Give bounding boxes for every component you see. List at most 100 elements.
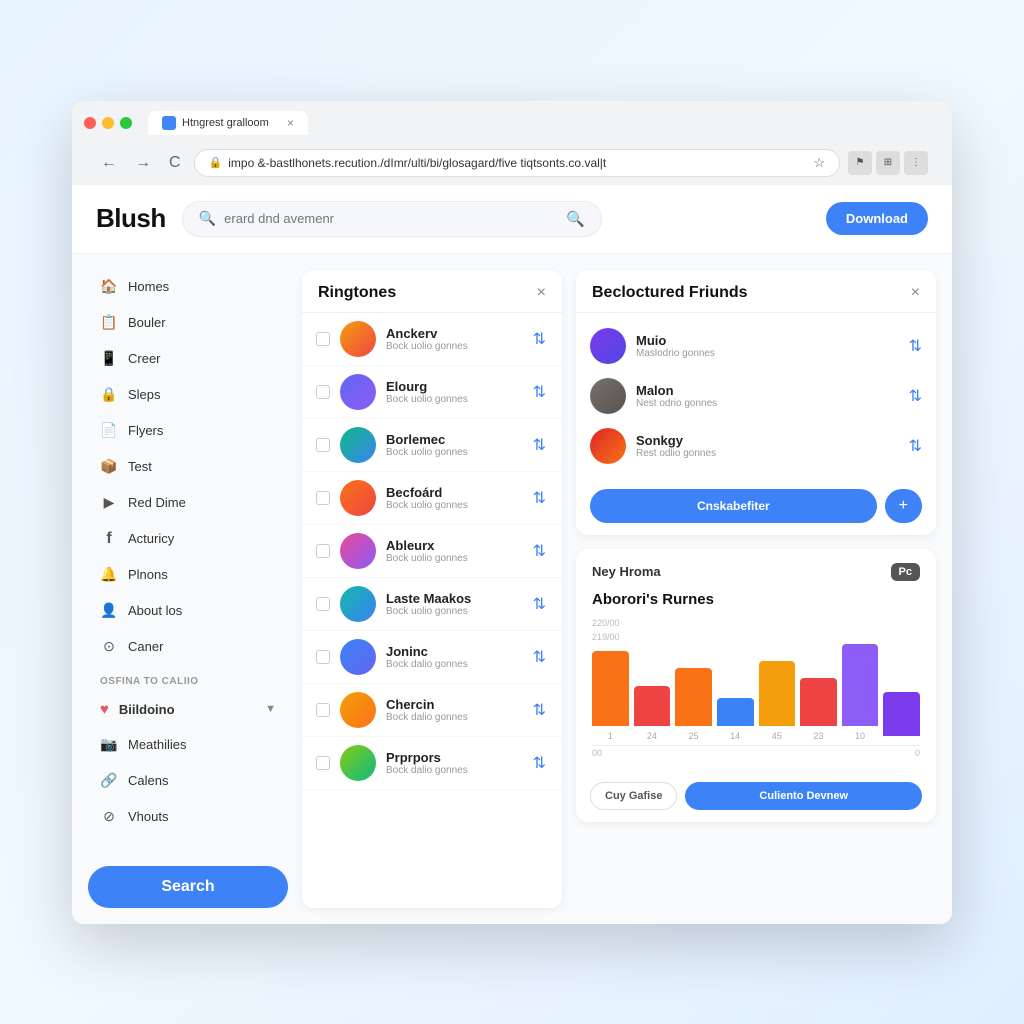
ringtone-avatar-8 [340, 692, 376, 728]
friend-avatar-1 [590, 328, 626, 364]
bar-label-2: 24 [647, 731, 657, 741]
ringtone-item: Ainges & Unel Bort uolio gonnes ⇅ [302, 790, 562, 793]
ringtone-action-2[interactable]: ⇅ [531, 380, 548, 404]
ringtone-action-3[interactable]: ⇅ [531, 433, 548, 457]
sleps-icon: 🔒 [100, 386, 118, 404]
ringtone-action-9[interactable]: ⇅ [531, 751, 548, 775]
sidebar-item-about-los[interactable]: 👤 About los [88, 594, 288, 628]
chart-primary-button[interactable]: Culiento Devnew [685, 782, 922, 810]
about-los-icon: 👤 [100, 602, 118, 620]
back-button[interactable]: ← [96, 152, 122, 174]
ringtone-action-5[interactable]: ⇅ [531, 539, 548, 563]
browser-tab[interactable]: Htngrest gralloom × [148, 111, 308, 135]
ringtone-info-2: Elourg Bock uolio gonnes [386, 379, 521, 405]
sidebar-item-bouler[interactable]: 📋 Bouler [88, 306, 288, 340]
friend-action-1[interactable]: ⇅ [909, 336, 922, 356]
sidebar-item-red-dime[interactable]: ▶ Red Dime [88, 486, 288, 520]
ringtone-name-1: Anckerv [386, 326, 521, 341]
address-bar-row: ← → C 🔒 impo &-bastlhonets.recution./dIm… [84, 143, 940, 185]
bar-group-3: 25 [675, 668, 712, 741]
ringtone-action-1[interactable]: ⇅ [531, 327, 548, 351]
search-submit-button[interactable]: 🔍 [566, 210, 585, 228]
chart-secondary-button[interactable]: Cuy Gafise [590, 782, 677, 810]
friend-action-3[interactable]: ⇅ [909, 436, 922, 456]
address-text: impo &-bastlhonets.recution./dImr/ulti/b… [228, 156, 807, 170]
sidebar-dropdown-label: Biildoino [119, 702, 175, 717]
ringtone-checkbox-6[interactable] [316, 597, 330, 611]
ringtone-action-6[interactable]: ⇅ [531, 592, 548, 616]
ringtones-close-button[interactable]: × [537, 284, 546, 302]
ringtone-action-8[interactable]: ⇅ [531, 698, 548, 722]
ringtone-checkbox-8[interactable] [316, 703, 330, 717]
chart-bars: 1 24 25 [592, 646, 920, 746]
ringtone-info-4: Becfoárd Bock uolio gonnes [386, 485, 521, 511]
friends-panel: Becloctured Friunds × Muio Maslodrio gon… [576, 270, 936, 535]
ringtone-action-4[interactable]: ⇅ [531, 486, 548, 510]
homes-icon: 🏠 [100, 278, 118, 296]
chevron-down-icon: ▼ [265, 703, 276, 715]
app-content: Blush 🔍 🔍 Download 🏠 Homes 📋 Bouler [72, 185, 952, 924]
filter-button[interactable]: Cnskabefiter [590, 489, 877, 523]
chart-area: 220/00 219/00 1 [576, 618, 936, 772]
ringtone-checkbox-2[interactable] [316, 385, 330, 399]
maximize-dot[interactable] [120, 117, 132, 129]
sidebar-item-vhouts[interactable]: ⊘ Vhouts [88, 800, 288, 834]
ringtone-checkbox-4[interactable] [316, 491, 330, 505]
tab-bar: Htngrest gralloom × [148, 111, 308, 135]
ringtone-info-8: Chercin Bock dalio gonnes [386, 697, 521, 723]
sidebar-item-calens[interactable]: 🔗 Calens [88, 764, 288, 798]
ringtone-checkbox-7[interactable] [316, 650, 330, 664]
meathilies-icon: 📷 [100, 736, 118, 754]
sidebar-label-sleps: Sleps [128, 387, 161, 402]
sidebar-item-acturicy[interactable]: f Acturicy [88, 522, 288, 556]
plnons-icon: 🔔 [100, 566, 118, 584]
ringtone-avatar-9 [340, 745, 376, 781]
search-button[interactable]: Search [88, 866, 288, 908]
sidebar-item-flyers[interactable]: 📄 Flyers [88, 414, 288, 448]
sidebar-item-sleps[interactable]: 🔒 Sleps [88, 378, 288, 412]
app-search-input[interactable] [224, 211, 558, 226]
ringtones-panel: Ringtones × Anckerv Bock uolio gonnes ⇅ [302, 270, 562, 908]
ringtone-list: Anckerv Bock uolio gonnes ⇅ Elourg Bock … [302, 313, 562, 793]
ringtone-sub-4: Bock uolio gonnes [386, 500, 521, 511]
sidebar-item-creer[interactable]: 📱 Creer [88, 342, 288, 376]
ringtone-checkbox-5[interactable] [316, 544, 330, 558]
ringtone-info-6: Laste Maakos Bock uolio gonnes [386, 591, 521, 617]
sidebar-item-caner[interactable]: ⊙ Caner [88, 630, 288, 664]
forward-button[interactable]: → [130, 152, 156, 174]
ext-btn-1[interactable]: ⚑ [848, 151, 872, 175]
app-search-bar[interactable]: 🔍 🔍 [182, 201, 602, 237]
sidebar-item-homes[interactable]: 🏠 Homes [88, 270, 288, 304]
close-dot[interactable] [84, 117, 96, 129]
add-friend-button[interactable]: + [885, 489, 922, 523]
tab-favicon [162, 116, 176, 130]
red-dime-icon: ▶ [100, 494, 118, 512]
sidebar-label-calens: Calens [128, 773, 168, 788]
ringtone-name-4: Becfoárd [386, 485, 521, 500]
chart-subtitle: Aborori's Rurnes [576, 591, 936, 618]
sidebar-item-meathilies[interactable]: 📷 Meathilies [88, 728, 288, 762]
ringtone-avatar-2 [340, 374, 376, 410]
address-bar[interactable]: 🔒 impo &-bastlhonets.recution./dImr/ulti… [194, 149, 840, 177]
bar-5 [759, 661, 796, 726]
browser-window: Htngrest gralloom × ← → C 🔒 impo &-bastl… [72, 101, 952, 924]
sidebar-item-plnons[interactable]: 🔔 Plnons [88, 558, 288, 592]
ext-btn-3[interactable]: ⋮ [904, 151, 928, 175]
bookmark-icon[interactable]: ☆ [813, 155, 825, 171]
download-button[interactable]: Download [826, 202, 928, 235]
minimize-dot[interactable] [102, 117, 114, 129]
ringtone-action-7[interactable]: ⇅ [531, 645, 548, 669]
friends-close-button[interactable]: × [911, 284, 920, 302]
sidebar-dropdown-biildoino[interactable]: ♥ Biildoino ▼ [88, 693, 288, 726]
ringtone-checkbox-3[interactable] [316, 438, 330, 452]
sidebar-label-test: Test [128, 459, 152, 474]
friend-action-2[interactable]: ⇅ [909, 386, 922, 406]
bar-group-2: 24 [634, 686, 671, 741]
ringtone-checkbox-1[interactable] [316, 332, 330, 346]
ext-btn-2[interactable]: ⊞ [876, 151, 900, 175]
reload-button[interactable]: C [164, 152, 186, 174]
ringtone-name-8: Chercin [386, 697, 521, 712]
sidebar-item-test[interactable]: 📦 Test [88, 450, 288, 484]
tab-close-icon[interactable]: × [287, 116, 294, 130]
ringtone-checkbox-9[interactable] [316, 756, 330, 770]
